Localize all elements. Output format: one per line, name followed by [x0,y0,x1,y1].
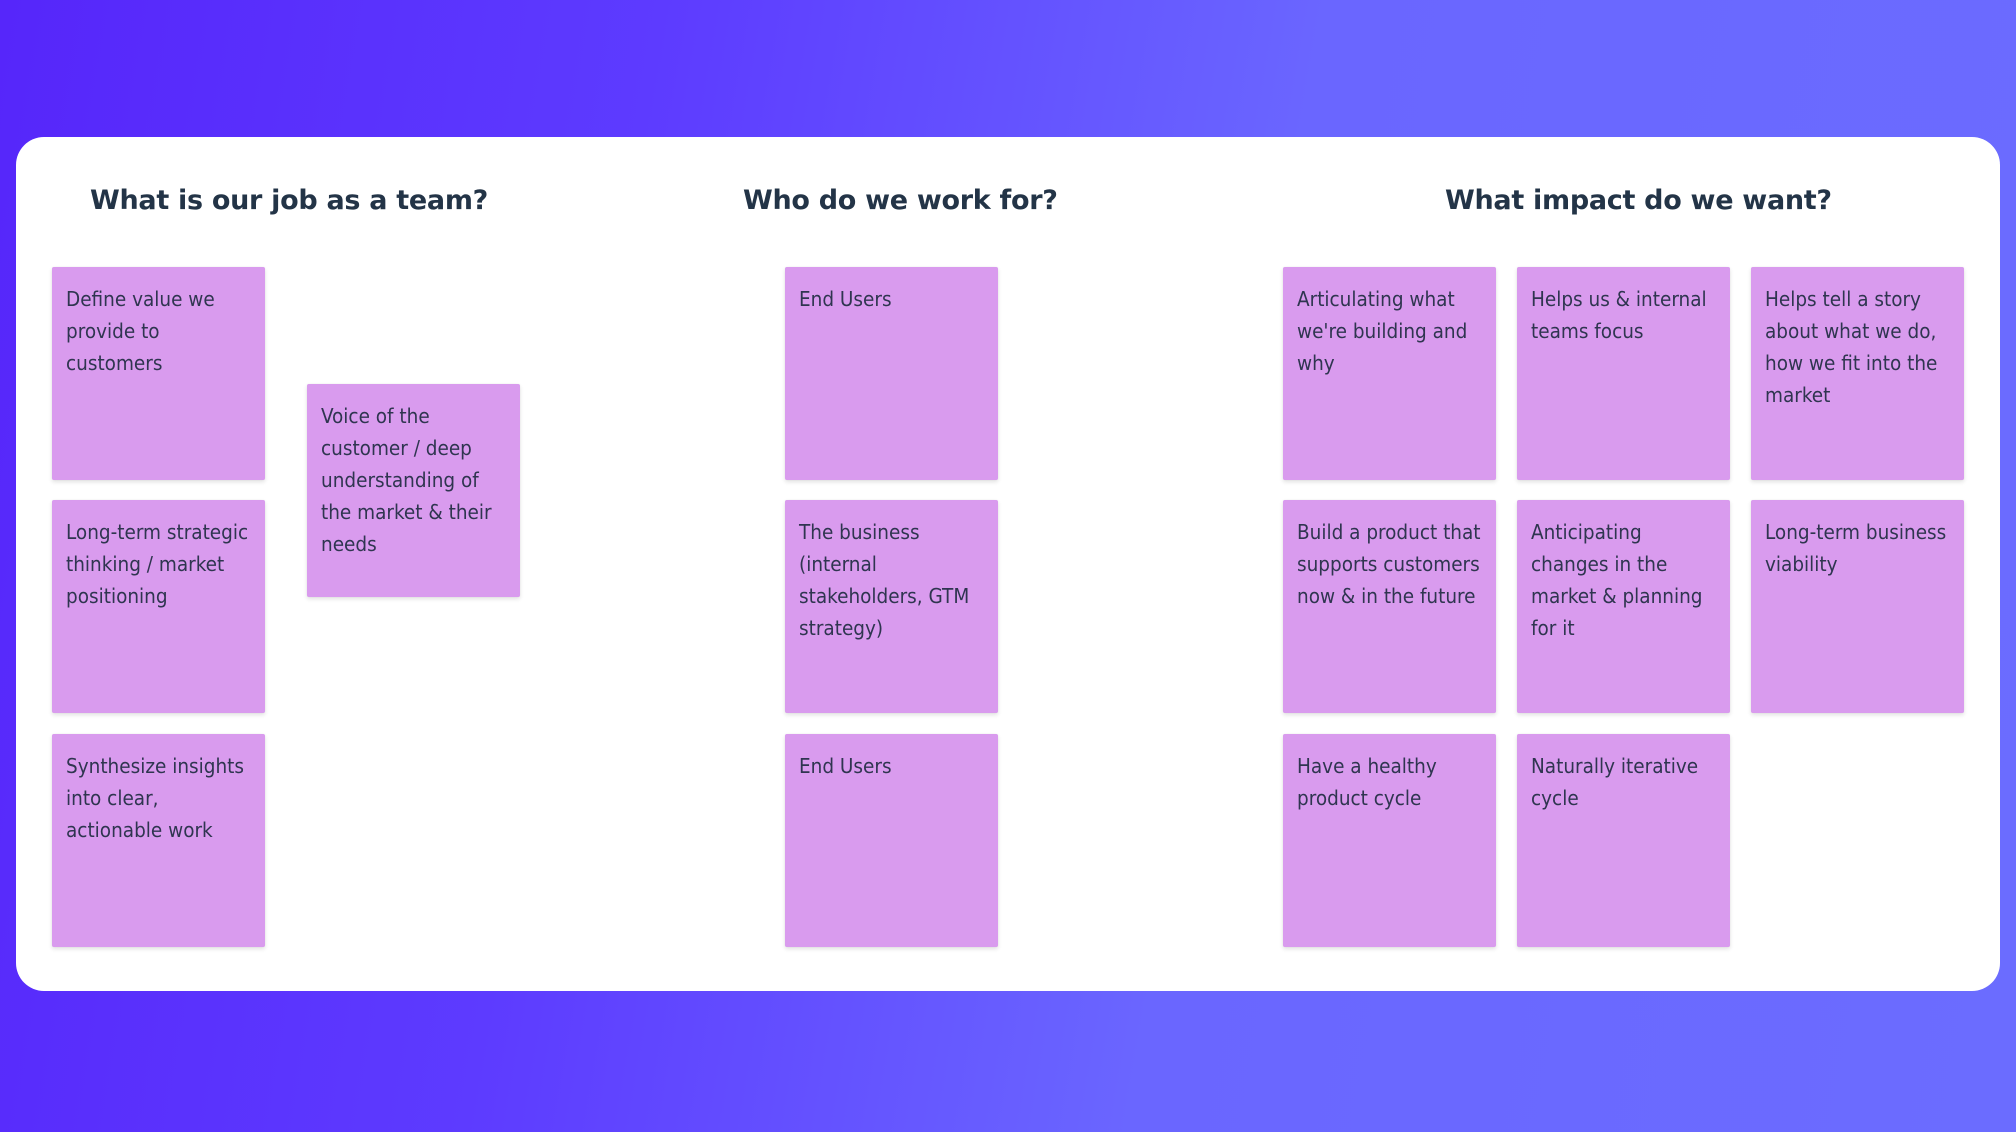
sticky-note[interactable]: Helps tell a story about what we do, how… [1751,267,1964,480]
sticky-note[interactable]: Long-term business viability [1751,500,1964,713]
sticky-note[interactable]: Voice of the customer / deep understandi… [307,384,520,597]
sticky-note[interactable]: End Users [785,267,998,480]
section-heading-who-we-work-for: Who do we work for? [743,185,1058,216]
sticky-note[interactable]: Anticipating changes in the market & pla… [1517,500,1730,713]
sticky-note[interactable]: Articulating what we're building and why [1283,267,1496,480]
sticky-note[interactable]: Long-term strategic thinking / market po… [52,500,265,713]
whiteboard-canvas: What is our job as a team? Who do we wor… [16,137,2000,991]
section-heading-team-job: What is our job as a team? [90,185,489,216]
sticky-note[interactable]: Helps us & internal teams focus [1517,267,1730,480]
sticky-note[interactable]: Build a product that supports customers … [1283,500,1496,713]
sticky-note[interactable]: End Users [785,734,998,947]
section-heading-impact: What impact do we want? [1445,185,1832,216]
sticky-note[interactable]: Define value we provide to customers [52,267,265,480]
sticky-note[interactable]: Naturally iterative cycle [1517,734,1730,947]
sticky-note[interactable]: Have a healthy product cycle [1283,734,1496,947]
sticky-note[interactable]: The business (internal stakeholders, GTM… [785,500,998,713]
sticky-note[interactable]: Synthesize insights into clear, actionab… [52,734,265,947]
